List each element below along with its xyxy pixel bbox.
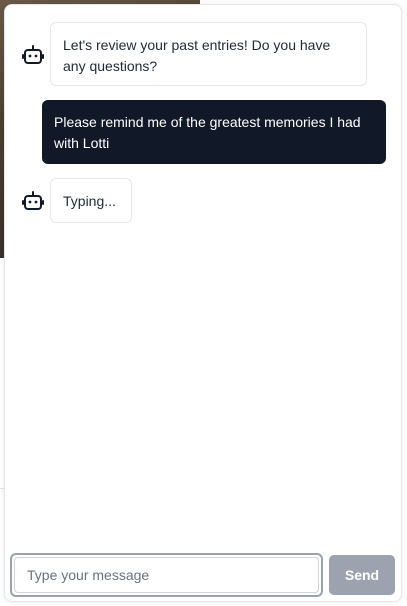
- bot-icon: [22, 44, 44, 66]
- bot-icon: [22, 190, 44, 212]
- bot-typing-indicator: Typing...: [50, 178, 132, 223]
- bot-message-text: Let's review your past entries! Do you h…: [63, 37, 331, 74]
- user-message: Please remind me of the greatest memorie…: [42, 100, 386, 164]
- user-message-text: Please remind me of the greatest memorie…: [54, 114, 361, 151]
- chat-panel: Let's review your past entries! Do you h…: [4, 4, 402, 602]
- send-button[interactable]: Send: [329, 555, 395, 595]
- message-composer: [10, 553, 323, 597]
- message-input[interactable]: [14, 557, 319, 593]
- page: Let's review your past entries! Do you h…: [0, 0, 407, 606]
- bot-message: Let's review your past entries! Do you h…: [50, 22, 367, 86]
- typing-text: Typing...: [63, 193, 116, 209]
